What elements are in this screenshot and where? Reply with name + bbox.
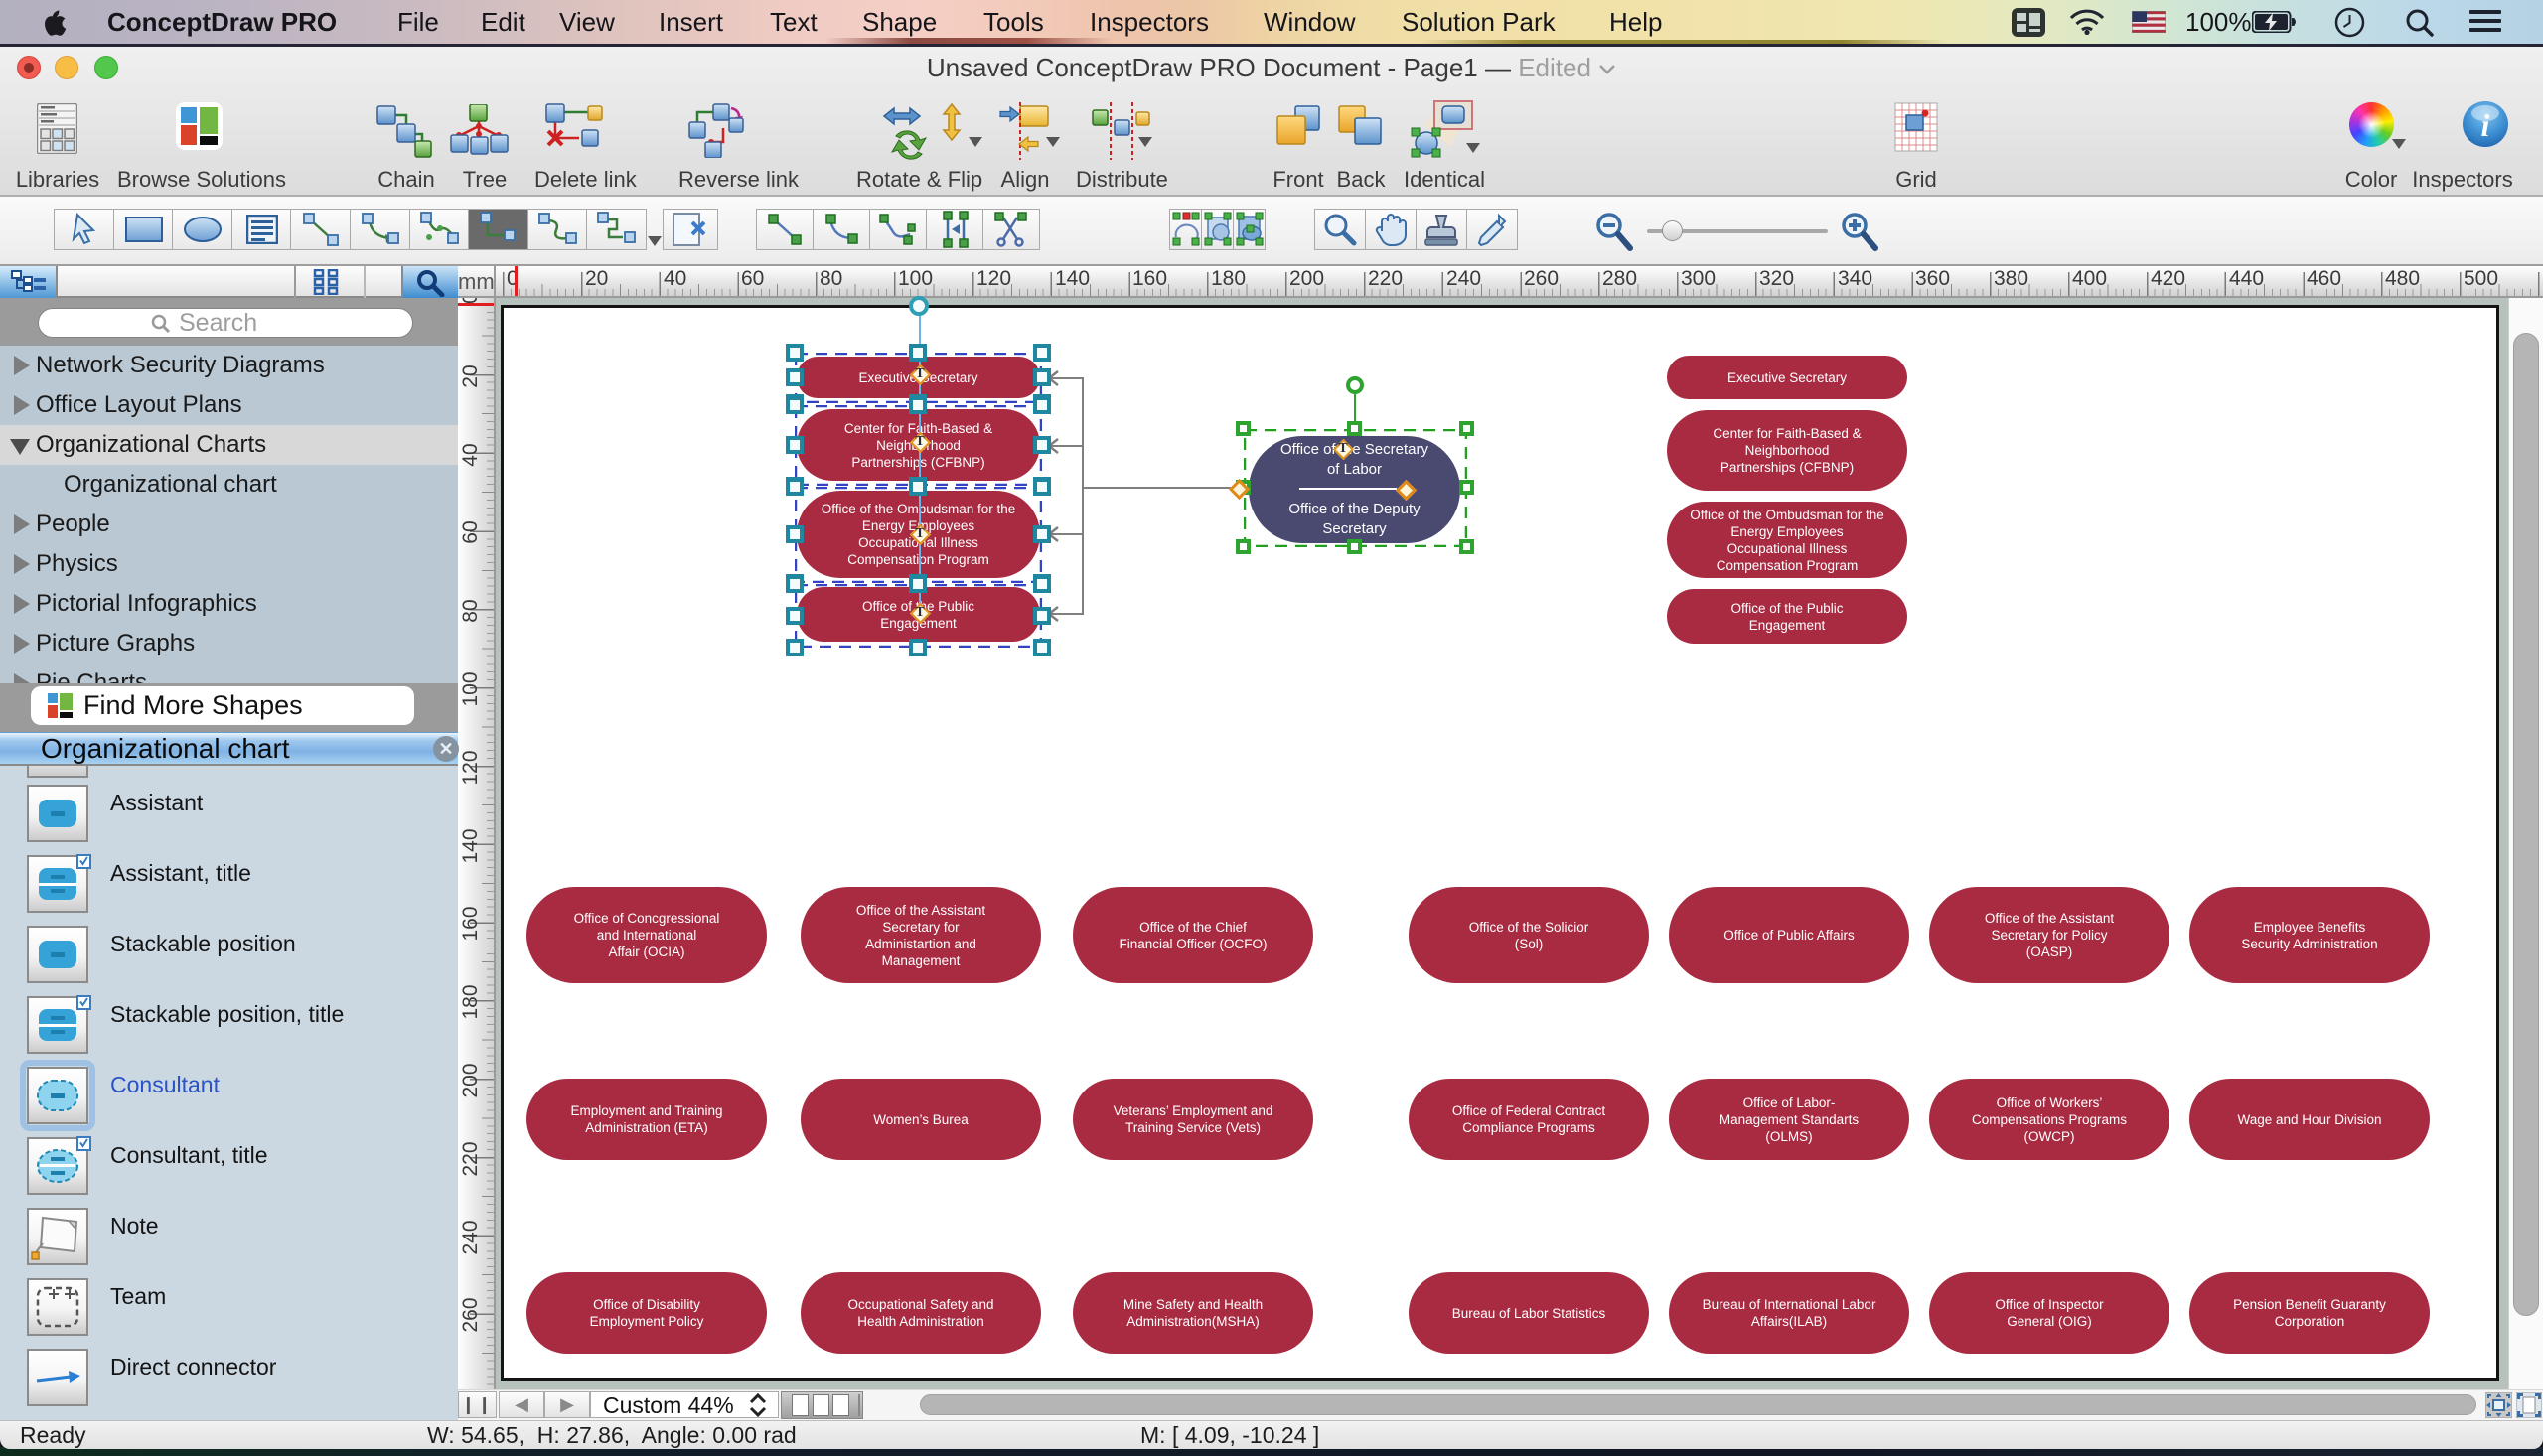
svg-text:i: i xyxy=(2481,107,2490,143)
